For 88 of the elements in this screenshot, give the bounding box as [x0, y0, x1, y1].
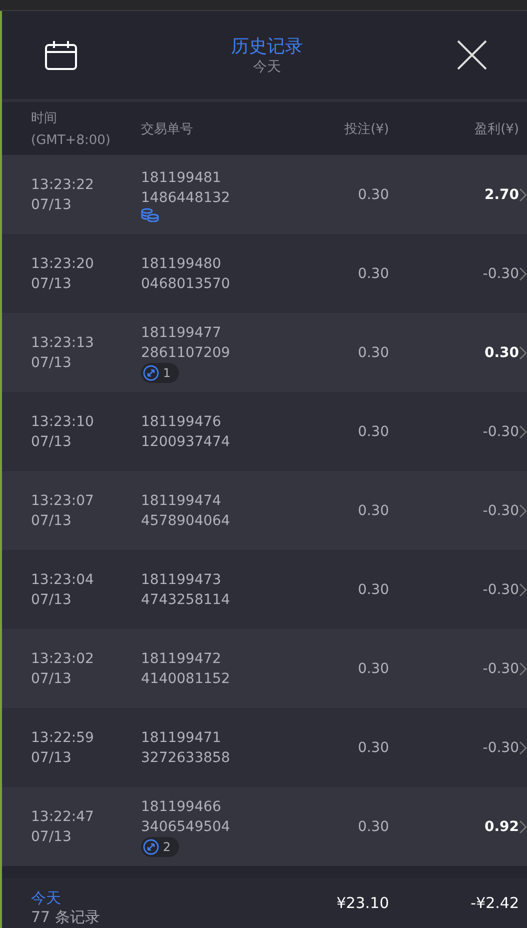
stake-amount: 0.30	[356, 186, 389, 202]
chevron-icon	[519, 504, 527, 518]
order-number: 181199471	[141, 728, 222, 748]
time-text: 13:22:59	[31, 728, 95, 748]
date-text: 07/13	[31, 274, 72, 294]
column-header: 交易单号	[141, 120, 194, 138]
order-number: 181199481	[141, 168, 222, 188]
history-row[interactable]: 13:23:10 07/13 181199476 1200937474 0.30 -0.30	[2, 392, 527, 471]
order-number: 4140081152	[141, 670, 232, 688]
time-text: 13:23:07	[31, 492, 95, 510]
page-title: 历史记录	[231, 35, 303, 58]
date-text: 07/13	[31, 748, 72, 768]
order-number: 181199477	[141, 324, 222, 342]
profit-amount: -0.30	[482, 660, 519, 676]
stake-amount: 0.30	[356, 660, 389, 676]
order-number: 181199472	[141, 650, 222, 668]
time-text: 13:23:13	[31, 334, 95, 352]
chevron-icon	[519, 266, 527, 280]
profit-amount: 0.30	[483, 344, 519, 360]
period-subtitle: 今天	[253, 58, 281, 76]
period-label: 今天	[31, 889, 62, 908]
chevron-icon	[519, 820, 527, 834]
time-text: 13:23:04	[31, 570, 95, 590]
profit-amount: 2.70	[483, 186, 519, 202]
order-number: 1200937474	[141, 432, 232, 452]
chevron-icon	[519, 346, 527, 360]
count-badge: 2	[141, 836, 179, 856]
column-header: (GMT+8:00)	[31, 133, 112, 148]
order-number: 181199473	[141, 570, 222, 590]
date-text: 07/13	[31, 432, 72, 452]
column-header: 投注(¥)	[344, 120, 389, 138]
stake-amount: 0.30	[356, 818, 389, 834]
profit-amount: -0.30	[482, 424, 519, 440]
record-count: 77 条记录	[31, 908, 101, 927]
coins-icon	[141, 208, 159, 222]
history-row[interactable]: 13:23:20 07/13 181199480 0468013570 0.30 -0.30	[2, 234, 527, 313]
time-text: 13:23:20	[31, 254, 95, 274]
profit-total: -¥2.42	[470, 894, 519, 912]
profit-amount: -0.30	[482, 266, 519, 282]
chevron-icon	[519, 662, 527, 676]
stake-amount: 0.30	[356, 424, 389, 440]
column-header: 盈利(¥)	[474, 120, 519, 138]
date-text: 07/13	[31, 670, 72, 688]
time-text: 13:23:22	[31, 176, 95, 194]
time-text: 13:23:02	[31, 650, 95, 668]
history-row[interactable]: 13:22:59 07/13 181199471 3272633858 0.30 -0.30	[2, 708, 527, 787]
date-text: 07/13	[31, 828, 72, 846]
profit-amount: -0.30	[482, 582, 519, 598]
profit-amount: -0.30	[482, 502, 519, 518]
calendar-icon[interactable]	[45, 40, 77, 70]
stake-amount: 0.30	[356, 740, 389, 756]
stake-amount: 0.30	[356, 502, 389, 518]
history-row[interactable]: 13:22:47 07/13 181199466 3406549504 2 0.30 0.92	[2, 787, 527, 866]
order-number: 181199474	[141, 492, 222, 510]
chevron-icon	[519, 740, 527, 754]
stake-amount: 0.30	[356, 582, 389, 598]
order-number: 4578904064	[141, 512, 232, 530]
stake-amount: 0.30	[356, 266, 389, 282]
profit-amount: 0.92	[483, 818, 519, 834]
date-text: 07/13	[31, 590, 72, 610]
order-number: 1486448132	[141, 188, 232, 208]
history-row[interactable]: 13:23:13 07/13 181199477 2861107209 1 0.30 0.30	[2, 313, 527, 392]
history-row[interactable]: 13:23:04 07/13 181199473 4743258114 0.30 -0.30	[2, 550, 527, 629]
chevron-icon	[519, 582, 527, 596]
count-badge: 1	[141, 362, 179, 382]
order-number: 3272633858	[141, 748, 232, 768]
order-number: 3406549504	[141, 818, 232, 836]
history-row[interactable]: 13:23:02 07/13 181199472 4140081152 0.30 -0.30	[2, 629, 527, 708]
order-number: 181199480	[141, 254, 222, 274]
history-row[interactable]: 13:23:22 07/13 181199481 1486448132 0.30 2.70	[2, 155, 527, 234]
profit-amount: -0.30	[482, 740, 519, 756]
order-number: 4743258114	[141, 590, 232, 610]
close-icon[interactable]	[457, 40, 487, 70]
time-text: 13:23:10	[31, 412, 95, 432]
order-number: 2861107209	[141, 344, 232, 362]
stake-amount: 0.30	[356, 344, 389, 360]
stake-total: ¥23.10	[336, 894, 389, 912]
column-header: 时间	[31, 110, 58, 127]
order-number: 0468013570	[141, 274, 232, 294]
chevron-icon	[519, 188, 527, 202]
order-number: 181199476	[141, 412, 222, 432]
history-row[interactable]: 13:23:07 07/13 181199474 4578904064 0.30 -0.30	[2, 471, 527, 550]
date-text: 07/13	[31, 196, 72, 214]
date-text: 07/13	[31, 512, 72, 530]
chevron-icon	[519, 424, 527, 438]
order-number: 181199466	[141, 798, 222, 816]
time-text: 13:22:47	[31, 808, 95, 826]
date-text: 07/13	[31, 354, 72, 372]
